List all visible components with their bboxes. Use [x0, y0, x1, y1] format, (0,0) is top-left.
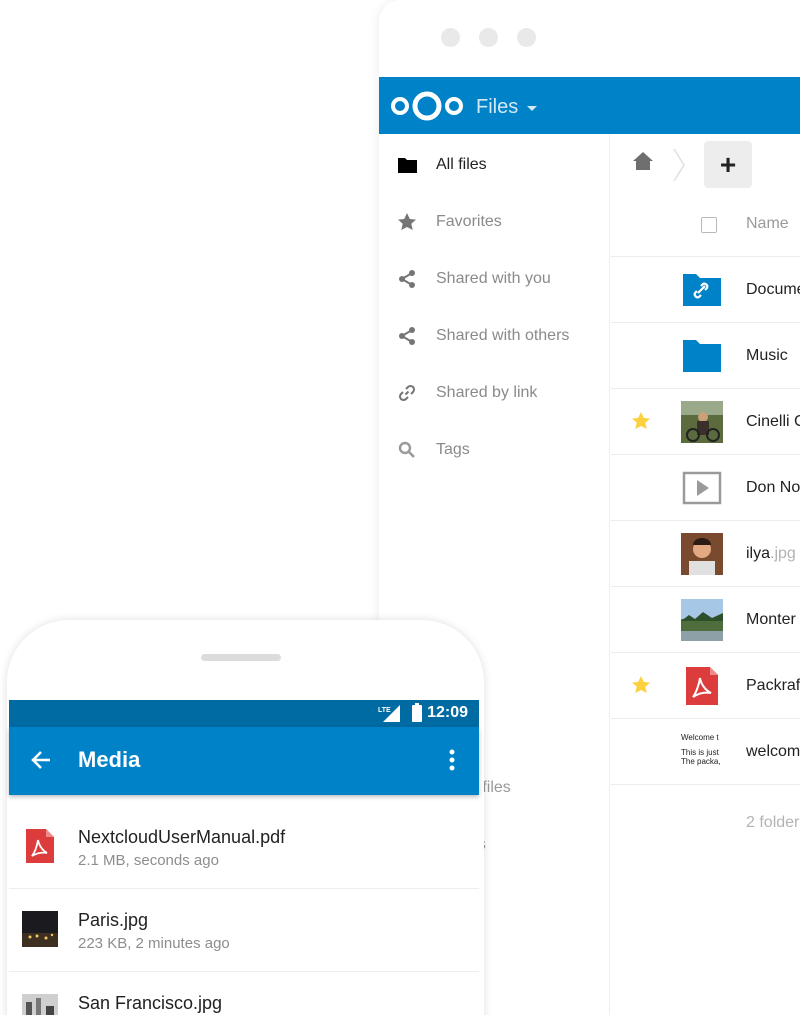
nextcloud-header: Files: [379, 77, 800, 134]
sidebar-item-label: Shared with you: [436, 269, 551, 287]
sidebar-item-label: Shared by link: [436, 383, 538, 401]
sidebar-item-label: Favorites: [436, 212, 502, 230]
sidebar-item-label: Shared with others: [436, 326, 570, 344]
preview-line: The packa,: [681, 757, 721, 766]
sidebar-item-label: All files: [436, 155, 487, 173]
sidebar-item-label: Tags: [436, 440, 470, 458]
video-icon: [681, 467, 723, 509]
file-name[interactable]: Monter: [746, 611, 796, 629]
list-item[interactable]: Paris.jpg 223 KB, 2 minutes ago: [9, 889, 479, 972]
file-name[interactable]: Cinelli C: [746, 413, 800, 431]
file-title: Paris.jpg: [78, 910, 149, 930]
phone-status-bar: LTE 12:09: [9, 700, 479, 727]
phone-speaker: [201, 654, 281, 661]
file-row[interactable]: ilya.jpg: [611, 521, 800, 587]
star-icon: [397, 212, 417, 232]
window-dot-minimize[interactable]: [479, 28, 498, 47]
caret-down-icon[interactable]: [527, 106, 537, 111]
file-name[interactable]: Docume: [746, 281, 800, 299]
breadcrumb-separator-icon: [673, 148, 685, 182]
folder-icon: [397, 155, 417, 175]
star-icon[interactable]: [631, 675, 651, 695]
shared-folder-icon: [681, 269, 723, 311]
file-row[interactable]: Welcome t This is just The packa, welcom: [611, 719, 800, 785]
sidebar-item-all-files[interactable]: All files: [379, 136, 610, 193]
file-list-header: Name: [611, 196, 800, 257]
pdf-icon: [22, 828, 58, 864]
battery-icon: [412, 703, 422, 722]
text-file-preview: Welcome t This is just The packa,: [681, 731, 723, 773]
window-dot-maximize[interactable]: [517, 28, 536, 47]
photo-thumbnail: [22, 911, 58, 947]
back-arrow-icon[interactable]: [30, 749, 52, 771]
file-title: San Francisco.jpg: [78, 993, 223, 1013]
file-row[interactable]: Cinelli C: [611, 389, 800, 455]
sidebar-item-shared-with-you[interactable]: Shared with you: [379, 250, 610, 307]
search-icon: [397, 440, 417, 460]
column-header-name[interactable]: Name: [746, 215, 789, 233]
share-icon: [397, 326, 417, 346]
list-item[interactable]: San Francisco.jpg: [9, 972, 479, 1015]
list-item[interactable]: NextcloudUserManual.pdf 2.1 MB, seconds …: [9, 806, 479, 889]
preview-line: Welcome t: [681, 733, 719, 742]
window-controls: [441, 28, 536, 47]
photo-thumbnail: [681, 599, 723, 641]
app-bar-title: Media: [78, 747, 141, 772]
star-icon[interactable]: [631, 411, 651, 431]
file-name[interactable]: Don No: [746, 479, 800, 497]
plus-icon: +: [719, 148, 737, 180]
share-icon: [397, 269, 417, 289]
status-time: 12:09: [427, 704, 468, 721]
photo-thumbnail: [681, 401, 723, 443]
file-row[interactable]: Monter: [611, 587, 800, 653]
file-basename: ilya: [746, 545, 771, 562]
phone-app-bar: Media: [9, 727, 479, 795]
photo-thumbnail: [681, 533, 723, 575]
new-file-button[interactable]: +: [704, 141, 752, 188]
screenshot-stage: Files All files Favorites Shared with yo…: [0, 0, 800, 1015]
sidebar-item-favorites[interactable]: Favorites: [379, 193, 610, 250]
nextcloud-logo-icon[interactable]: [390, 91, 464, 121]
file-name[interactable]: Music: [746, 347, 788, 365]
file-row[interactable]: Don No: [611, 455, 800, 521]
file-row[interactable]: Docume: [611, 257, 800, 323]
app-menu-title[interactable]: Files: [476, 96, 518, 119]
breadcrumb: +: [611, 134, 800, 196]
select-all-checkbox[interactable]: [701, 217, 717, 233]
more-vertical-icon[interactable]: [449, 749, 455, 771]
photo-thumbnail: [22, 994, 58, 1015]
file-row[interactable]: Music: [611, 323, 800, 389]
preview-line: This is just: [681, 748, 719, 757]
sidebar-item-shared-by-link[interactable]: Shared by link: [379, 364, 610, 421]
file-name[interactable]: Packraf: [746, 677, 800, 695]
file-extension: .jpg: [770, 545, 796, 562]
file-title: NextcloudUserManual.pdf: [78, 827, 286, 847]
file-count-summary: 2 folder: [746, 814, 800, 831]
window-dot-close[interactable]: [441, 28, 460, 47]
file-name[interactable]: welcom: [746, 743, 800, 761]
file-subtitle: 223 KB, 2 minutes ago: [78, 935, 230, 952]
pdf-icon: [681, 665, 723, 707]
phone-device: LTE 12:09 Media NextcloudUserManual.pdf …: [7, 620, 484, 1015]
svg-text:LTE: LTE: [378, 707, 391, 714]
home-icon[interactable]: [633, 152, 653, 170]
file-name[interactable]: ilya.jpg: [746, 545, 796, 563]
file-subtitle: 2.1 MB, seconds ago: [78, 852, 219, 869]
sidebar-item-tags[interactable]: Tags: [379, 421, 610, 478]
file-row[interactable]: Packraf: [611, 653, 800, 719]
folder-icon: [681, 335, 723, 377]
file-list-area: + Name Docume Music Cinelli C Don No ily…: [611, 134, 800, 1015]
lte-signal-icon: LTE: [378, 705, 400, 722]
link-icon: [397, 383, 417, 403]
sidebar-item-shared-with-others[interactable]: Shared with others: [379, 307, 610, 364]
